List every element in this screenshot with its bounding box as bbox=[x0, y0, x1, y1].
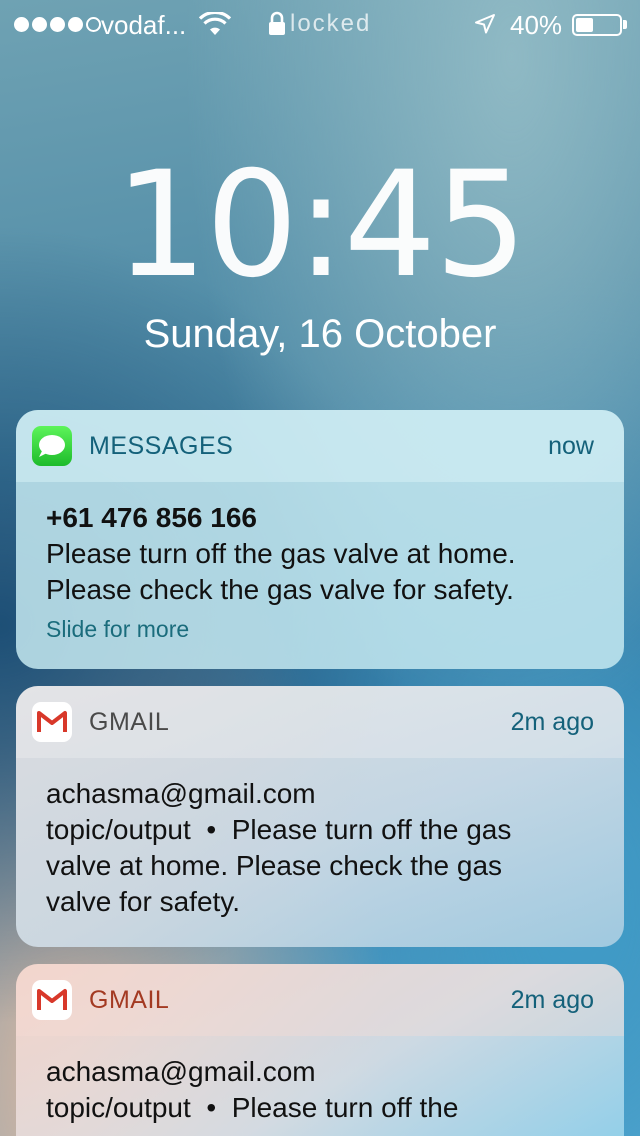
notification-time: 2m ago bbox=[510, 986, 594, 1014]
notification-message-line: Please turn off the gas valve at home. bbox=[46, 538, 516, 569]
location-arrow-icon bbox=[475, 14, 495, 34]
notification-header: GMAIL 2m ago bbox=[16, 964, 624, 1036]
locked-label: locked bbox=[290, 10, 372, 37]
battery-percentage: 40% bbox=[510, 10, 563, 40]
notification-header: GMAIL 2m ago bbox=[16, 686, 624, 758]
notification-body: achasma@gmail.com topic/output • Please … bbox=[16, 1036, 624, 1136]
gmail-notification[interactable]: GMAIL 2m ago achasma@gmail.com topic/out… bbox=[16, 964, 624, 1136]
battery-level bbox=[576, 18, 593, 32]
lock-screen-clock: 10:45 bbox=[0, 140, 640, 310]
lock-icon bbox=[269, 11, 285, 35]
notification-body: achasma@gmail.com topic/output • Please … bbox=[16, 758, 624, 938]
clock-minutes: 45 bbox=[343, 140, 528, 310]
notification-message-line: topic/output • Please turn off the bbox=[46, 1092, 459, 1123]
notification-app-name: GMAIL bbox=[89, 986, 170, 1014]
gmail-app-icon bbox=[32, 980, 72, 1020]
notification-body: +61 476 856 166 Please turn off the gas … bbox=[16, 482, 624, 661]
battery-tip bbox=[623, 20, 627, 29]
slide-for-more-hint: Slide for more bbox=[46, 616, 190, 642]
messages-app-icon bbox=[32, 426, 72, 466]
notification-time: 2m ago bbox=[510, 708, 594, 736]
gmail-app-icon bbox=[32, 702, 72, 742]
carrier-name: vodaf... bbox=[101, 10, 187, 40]
messages-notification[interactable]: MESSAGES now +61 476 856 166 Please turn… bbox=[16, 410, 624, 669]
notification-message-line: topic/output • Please turn off the gas bbox=[46, 814, 512, 845]
notification-message-line: valve for safety. bbox=[46, 886, 241, 917]
notification-sender: +61 476 856 166 bbox=[46, 502, 257, 533]
notification-sender: achasma@gmail.com bbox=[46, 778, 316, 809]
notification-app-name: MESSAGES bbox=[89, 432, 234, 460]
notification-header: MESSAGES now bbox=[16, 410, 624, 482]
signal-strength-icon bbox=[14, 17, 101, 32]
notification-message-line: Please check the gas valve for safety. bbox=[46, 574, 514, 605]
lock-screen-date: Sunday, 16 October bbox=[143, 312, 497, 356]
notification-time: now bbox=[548, 432, 594, 460]
notification-app-name: GMAIL bbox=[89, 708, 170, 736]
lock-status: locked bbox=[268, 10, 371, 38]
clock-hours: 10 bbox=[114, 140, 299, 310]
wifi-icon bbox=[199, 12, 231, 35]
notification-sender: achasma@gmail.com bbox=[46, 1056, 316, 1087]
clock-colon: : bbox=[296, 140, 345, 310]
gmail-notification[interactable]: GMAIL 2m ago achasma@gmail.com topic/out… bbox=[16, 686, 624, 947]
notification-message-line: valve at home. Please check the gas bbox=[46, 850, 503, 881]
battery-icon bbox=[572, 14, 622, 36]
status-bar: vodaf... locked 40% bbox=[0, 0, 640, 48]
